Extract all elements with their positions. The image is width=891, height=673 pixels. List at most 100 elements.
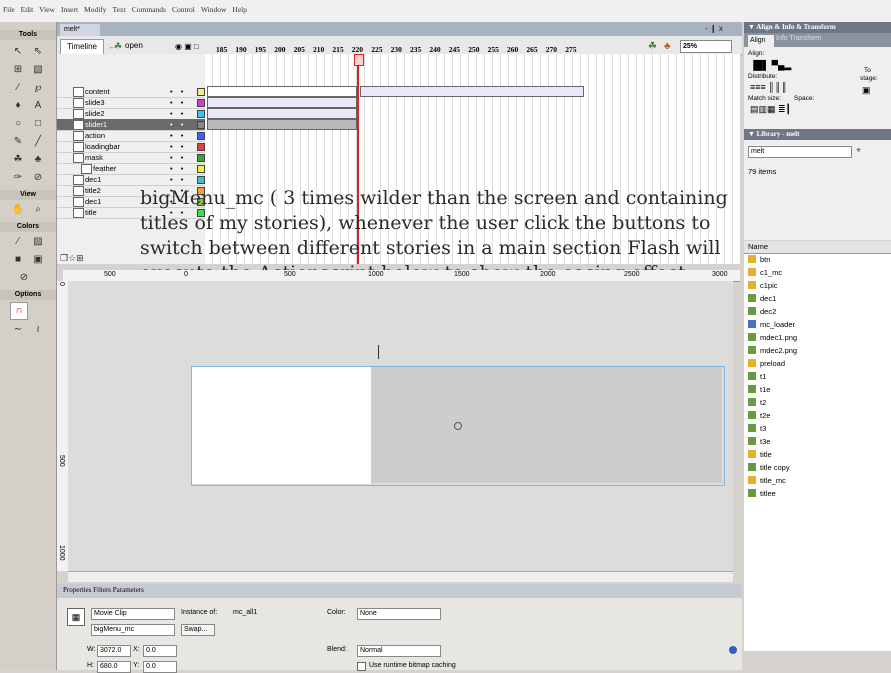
width-field[interactable]: 3072.0 — [97, 645, 131, 657]
pencil-tool-icon[interactable]: ✎ — [10, 134, 26, 150]
layer-outline-swatch[interactable] — [197, 132, 205, 140]
color-select[interactable]: None — [357, 608, 441, 620]
tab-align[interactable]: Align — [748, 35, 774, 47]
smooth-icon[interactable]: ∼ — [10, 322, 26, 338]
library-item[interactable]: title — [748, 449, 772, 461]
swap-colors-icon[interactable]: ▣ — [30, 252, 46, 268]
oval-tool-icon[interactable]: ○ — [10, 116, 26, 132]
layer-outline-swatch[interactable] — [197, 99, 205, 107]
layer-outline-swatch[interactable] — [197, 110, 205, 118]
library-item[interactable]: t1 — [748, 371, 766, 383]
blend-select[interactable]: Normal — [357, 645, 441, 657]
swap-button[interactable]: Swap... — [181, 624, 215, 636]
menu-commands[interactable]: Commands — [132, 5, 166, 14]
library-item[interactable]: preload — [748, 358, 785, 370]
rectangle-tool-icon[interactable]: □ — [30, 116, 46, 132]
library-panel-title[interactable]: ▼ Library - melt — [744, 129, 891, 140]
to-stage-icon[interactable]: ▣ — [862, 85, 871, 96]
zoom-tool-icon[interactable]: ⌕ — [30, 202, 46, 218]
library-item[interactable]: c1_mc — [748, 267, 782, 279]
zoom-select[interactable]: 25% — [680, 40, 732, 53]
text-tool-icon[interactable]: A — [30, 98, 46, 114]
stroke-color-icon[interactable]: ∕ — [10, 234, 26, 250]
edit-symbol-icon[interactable]: ♣ — [664, 41, 671, 52]
menu-window[interactable]: Window — [201, 5, 227, 14]
library-item[interactable]: mc_loader — [748, 319, 795, 331]
menu-control[interactable]: Control — [172, 5, 195, 14]
subselection-tool-icon[interactable]: ⇖ — [30, 44, 46, 60]
stage-horizontal-scrollbar[interactable] — [68, 571, 733, 582]
library-item[interactable]: c1pic — [748, 280, 778, 292]
window-controls[interactable]: - ❙ x — [705, 24, 723, 33]
properties-tabs[interactable]: Properties Filters Parameters — [63, 586, 144, 594]
menu-text[interactable]: Text — [113, 5, 126, 14]
selection-tool-icon[interactable]: ↖ — [10, 44, 26, 60]
library-pin-icon[interactable]: ⌖ — [856, 145, 861, 156]
layer-visibility-dots[interactable]: • • — [170, 174, 186, 185]
library-item[interactable]: t3 — [748, 423, 766, 435]
library-item[interactable]: t3e — [748, 436, 770, 448]
library-file-select[interactable]: melt — [748, 146, 852, 158]
gradient-tool-icon[interactable]: ▧ — [30, 62, 46, 78]
menu-insert[interactable]: Insert — [61, 5, 78, 14]
free-transform-tool-icon[interactable]: ⊞ — [10, 62, 26, 78]
layer-visibility-dots[interactable]: • • — [170, 130, 186, 141]
playhead-handle[interactable] — [354, 54, 364, 66]
edit-scene-icon[interactable]: ☘ — [648, 41, 657, 52]
layer-tools-icons[interactable]: ❐☆⊞ — [60, 253, 84, 264]
layer-visibility-dots[interactable]: • • — [170, 119, 186, 130]
layer-visibility-dots[interactable]: • • — [170, 97, 186, 108]
library-item[interactable]: mdec2.png — [748, 345, 797, 357]
ink-bottle-tool-icon[interactable]: ☘ — [10, 152, 26, 168]
layer-outline-swatch[interactable] — [197, 143, 205, 151]
info-transform-tabs[interactable]: Info Transform — [776, 35, 821, 42]
library-item[interactable]: title_mc — [748, 475, 786, 487]
align-panel-title[interactable]: ▼ Align & Info & Transform — [744, 22, 891, 33]
library-item[interactable]: t2 — [748, 397, 766, 409]
line-tool-icon[interactable]: ∕ — [10, 80, 26, 96]
x-field[interactable]: 0.0 — [143, 645, 177, 657]
scene-label[interactable]: open — [125, 39, 143, 53]
timeline-tab[interactable]: Timeline — [60, 39, 104, 55]
straighten-icon[interactable]: ≀ — [30, 322, 46, 338]
registration-point[interactable] — [454, 422, 462, 430]
layer-visibility-dots[interactable]: • • — [170, 152, 186, 163]
menu-file[interactable]: File — [3, 5, 15, 14]
library-item[interactable]: mdec1.png — [748, 332, 797, 344]
layer-outline-swatch[interactable] — [197, 154, 205, 162]
align-buttons-icon[interactable]: ▐█▌ ▀▄▂ — [750, 60, 791, 71]
brush-tool-icon[interactable]: ╱ — [30, 134, 46, 150]
library-item[interactable]: titlee — [748, 488, 776, 500]
eraser-tool-icon[interactable]: ⊘ — [30, 170, 46, 186]
library-item[interactable]: dec1 — [748, 293, 776, 305]
layer-outline-swatch[interactable] — [197, 121, 205, 129]
library-item[interactable]: btn — [748, 254, 770, 266]
library-item[interactable]: t2e — [748, 410, 770, 422]
y-field[interactable]: 0.0 — [143, 661, 177, 673]
menu-help[interactable]: Help — [232, 5, 247, 14]
match-buttons-icon[interactable]: ▤▥▦ ≣┃ — [750, 104, 791, 115]
layer-visibility-dots[interactable]: • • — [170, 141, 186, 152]
pen-tool-icon[interactable]: ♦ — [10, 98, 26, 114]
paint-bucket-tool-icon[interactable]: ♣ — [30, 152, 46, 168]
lasso-tool-icon[interactable]: ℘ — [30, 80, 46, 96]
no-color-icon[interactable]: ⊘ — [16, 270, 32, 286]
instance-name-field[interactable]: bigMenu_mc — [91, 624, 175, 636]
help-icon[interactable] — [729, 646, 737, 654]
menu-modify[interactable]: Modify — [84, 5, 107, 14]
menu-view[interactable]: View — [39, 5, 55, 14]
distribute-buttons-icon[interactable]: ≡≡≡ ║║║ — [750, 82, 787, 92]
layer-outline-swatch[interactable] — [197, 88, 205, 96]
library-item[interactable]: title copy — [748, 462, 790, 474]
menu-edit[interactable]: Edit — [21, 5, 34, 14]
layer-outline-swatch[interactable] — [197, 176, 205, 184]
library-item[interactable]: t1e — [748, 384, 770, 396]
hand-tool-icon[interactable]: ✋ — [10, 202, 26, 218]
snap-magnet-icon[interactable]: ∩ — [10, 302, 28, 320]
library-item[interactable]: dec2 — [748, 306, 776, 318]
eyedropper-tool-icon[interactable]: ✑ — [10, 170, 26, 186]
symbol-type-select[interactable]: Movie Clip — [91, 608, 175, 620]
layer-outline-swatch[interactable] — [197, 165, 205, 173]
layer-visibility-dots[interactable]: • • — [170, 86, 186, 97]
fill-color-icon[interactable]: ▨ — [30, 234, 46, 250]
